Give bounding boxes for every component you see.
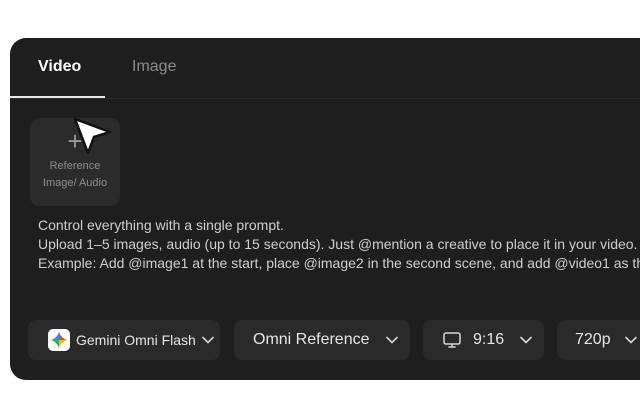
tab-video[interactable]: Video: [38, 58, 81, 76]
resolution-select[interactable]: 720p: [557, 320, 640, 360]
chevron-down-icon: [520, 336, 532, 344]
aspect-ratio-select[interactable]: 9:16: [423, 320, 544, 360]
reference-mode-label: Omni Reference: [253, 331, 370, 348]
gemini-logo-icon: [48, 329, 70, 351]
prompt-line-1: Control everything with a single prompt.: [38, 217, 284, 233]
reference-upload-label: Reference Image/ Audio: [30, 158, 120, 192]
chevron-down-icon: [624, 336, 637, 344]
reference-upload-label-line2: Image/ Audio: [42, 177, 108, 189]
chevron-down-icon: [385, 336, 398, 344]
model-select-label: Gemini Omni Flash: [76, 332, 196, 348]
prompt-line-2: Upload 1–5 images, audio (up to 15 secon…: [38, 236, 638, 252]
tab-image[interactable]: Image: [132, 58, 176, 76]
generation-panel: Video Image + Reference Image/ Audio Con…: [10, 38, 640, 380]
reference-mode-select[interactable]: Omni Reference: [234, 320, 410, 360]
monitor-icon: [443, 332, 461, 348]
chevron-down-icon: [202, 336, 214, 344]
mode-tabs: Video Image: [10, 38, 640, 99]
prompt-input[interactable]: Control everything with a single prompt.…: [38, 216, 640, 273]
mouse-pointer-icon: [72, 116, 114, 161]
model-select[interactable]: Gemini Omni Flash: [28, 320, 220, 360]
aspect-ratio-label: 9:16: [473, 331, 505, 348]
resolution-label: 720p: [575, 331, 611, 348]
active-tab-indicator: [10, 96, 105, 98]
prompt-line-3: Example: Add @image1 at the start, place…: [38, 255, 640, 271]
